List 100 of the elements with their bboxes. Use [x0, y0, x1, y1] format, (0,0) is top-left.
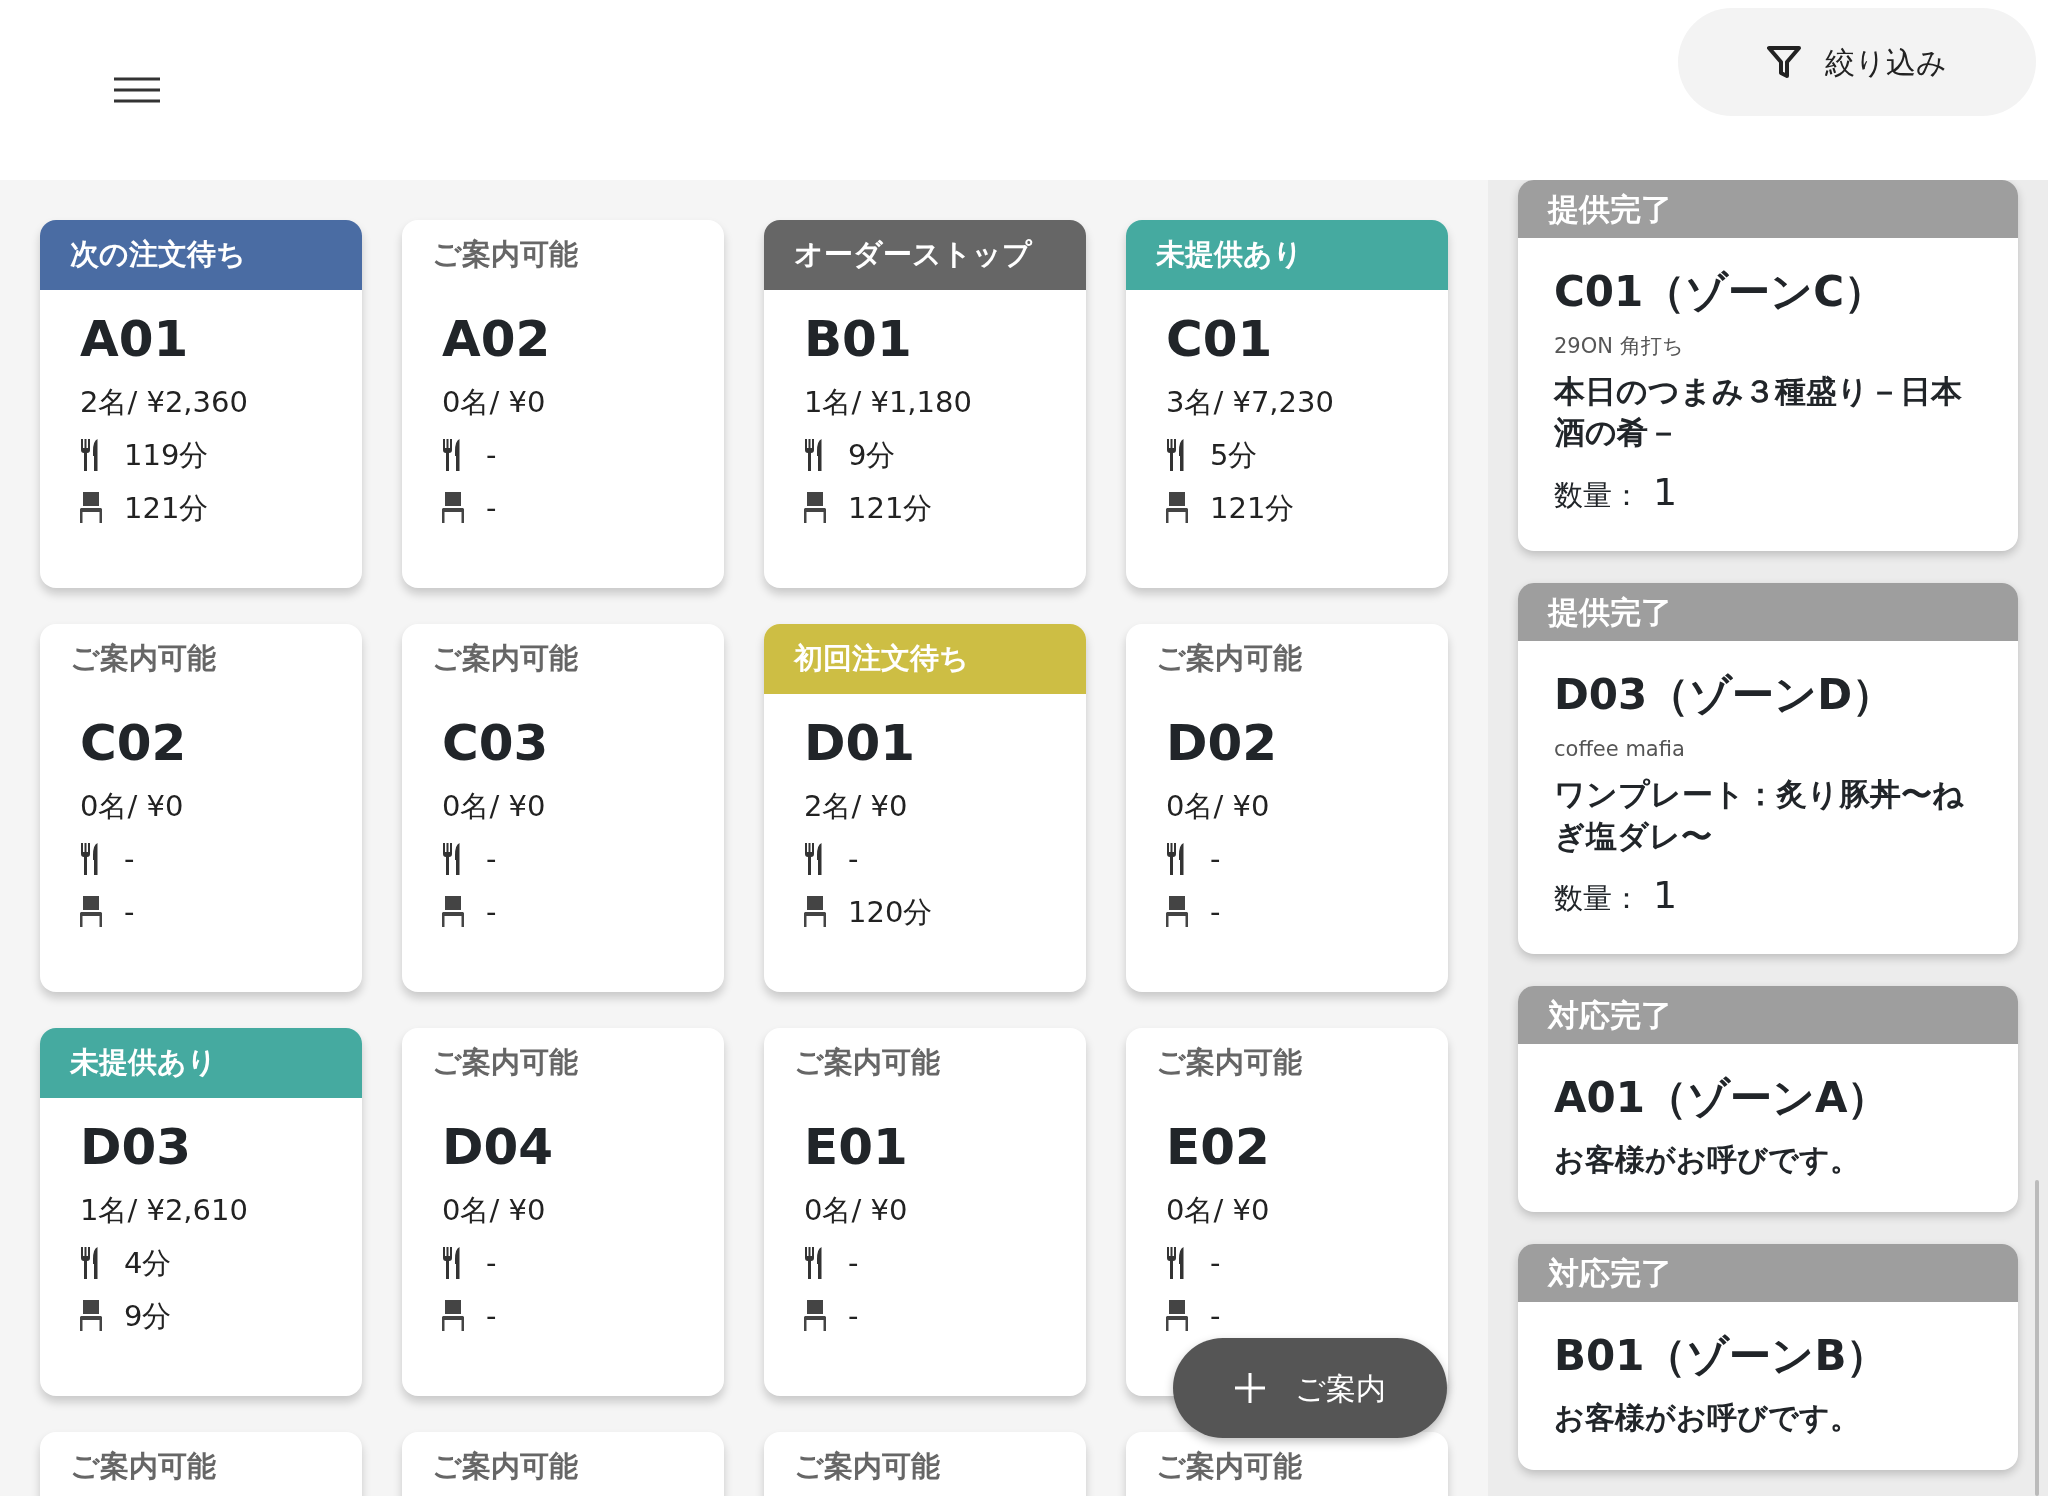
seat-time: 120分: [848, 894, 933, 930]
status-label: ご案内可能: [70, 1448, 216, 1486]
table-card[interactable]: 次の注文待ち A01 2名/ ¥2,360 119分 121分: [40, 220, 362, 588]
notification-title: A01（ゾーンA）: [1554, 1072, 1891, 1125]
order-time: 119分: [124, 437, 209, 473]
order-time: -: [486, 1245, 497, 1281]
order-time: -: [124, 841, 135, 877]
chair-icon: [80, 1300, 102, 1332]
guest-summary: 2名/ ¥0: [804, 789, 909, 824]
status-band: 初回注文待ち: [764, 624, 1086, 694]
notification-title: C01（ゾーンC）: [1554, 266, 1888, 318]
order-time: -: [486, 437, 497, 473]
quantity-label: 数量：: [1554, 880, 1641, 918]
notification-title: D03（ゾーンD）: [1554, 669, 1896, 722]
order-time: -: [486, 841, 497, 877]
table-card[interactable]: ご案内可能 D04 0名/ ¥0 - -: [402, 1028, 724, 1396]
table-card[interactable]: オーダーストップ B01 1名/ ¥1,180 9分 121分: [764, 220, 1086, 588]
seat-time: 121分: [1210, 490, 1295, 526]
seat-time: -: [1210, 894, 1221, 930]
table-card[interactable]: ご案内可能: [1126, 1432, 1448, 1496]
table-card[interactable]: ご案内可能 C03 0名/ ¥0 - -: [402, 624, 724, 992]
order-time: -: [1210, 1245, 1221, 1281]
table-card[interactable]: 未提供あり C01 3名/ ¥7,230 5分 121分: [1126, 220, 1448, 588]
table-name: A01: [80, 312, 190, 367]
chair-icon: [804, 1300, 826, 1332]
quantity-value: 1: [1653, 469, 1678, 517]
plus-icon: [1234, 1373, 1265, 1403]
chair-icon: [804, 492, 826, 524]
shop-name: coffee mafia: [1554, 736, 1686, 764]
chair-icon: [1166, 492, 1188, 524]
floating-guide-overlay[interactable]: ご案内: [1173, 1338, 1447, 1438]
table-card[interactable]: ご案内可能 E01 0名/ ¥0 - -: [764, 1028, 1086, 1396]
notification-title: B01（ゾーンB）: [1554, 1330, 1890, 1383]
status-band: 提供完了: [1518, 583, 2018, 642]
guest-summary: 0名/ ¥0: [442, 1193, 547, 1228]
guest-summary: 0名/ ¥0: [442, 789, 547, 824]
item-name: 本日のつまみ３種盛り－日本酒の肴－: [1554, 371, 1963, 453]
guest-summary: 0名/ ¥0: [804, 1193, 909, 1228]
guest-summary: 0名/ ¥0: [1166, 1193, 1271, 1228]
table-name: C01: [1166, 312, 1274, 367]
seat-time: -: [1210, 1298, 1221, 1334]
table-card[interactable]: ご案内可能: [402, 1432, 724, 1496]
status-label: ご案内可能: [794, 1448, 940, 1486]
call-message: お客様がお呼びです。: [1554, 1141, 1861, 1180]
chair-icon: [442, 1300, 464, 1332]
table-name: D02: [1166, 716, 1279, 771]
order-time: -: [848, 1245, 859, 1281]
chair-icon: [442, 896, 464, 928]
chair-icon: [1166, 896, 1188, 928]
chair-icon: [1166, 1300, 1188, 1332]
seat-time: -: [848, 1298, 859, 1334]
order-time: 9分: [848, 437, 896, 473]
table-card[interactable]: 未提供あり D03 1名/ ¥2,610 4分 9分: [40, 1028, 362, 1396]
chair-icon: [80, 896, 102, 928]
status-label: ご案内可能: [1156, 640, 1302, 678]
status-band: 対応完了: [1518, 986, 2018, 1045]
seat-time: -: [124, 894, 135, 930]
table-name: E01: [804, 1120, 909, 1175]
status-label: ご案内可能: [432, 236, 578, 274]
quantity-label: 数量：: [1554, 477, 1641, 515]
table-name: D04: [442, 1120, 555, 1175]
order-time: -: [1210, 841, 1221, 877]
quantity-value: 1: [1653, 872, 1678, 920]
status-label: ご案内可能: [432, 1448, 578, 1486]
table-card[interactable]: ご案内可能 D02 0名/ ¥0 - -: [1126, 624, 1448, 992]
status-label: ご案内可能: [432, 1044, 578, 1082]
seat-time: -: [486, 490, 497, 526]
item-name: ワンプレート：炙り豚丼〜ねぎ塩ダレ〜: [1554, 774, 1965, 856]
chair-icon: [442, 492, 464, 524]
order-time: 5分: [1210, 437, 1258, 473]
filter-button[interactable]: 絞り込み: [1678, 8, 2036, 116]
table-card[interactable]: 初回注文待ち D01 2名/ ¥0 - 120分: [764, 624, 1086, 992]
status-label: ご案内可能: [794, 1044, 940, 1082]
seat-time: -: [486, 894, 497, 930]
call-message: お客様がお呼びです。: [1554, 1399, 1861, 1438]
seat-time: -: [486, 1298, 497, 1334]
table-card[interactable]: ご案内可能 C02 0名/ ¥0 - -: [40, 624, 362, 992]
order-time: 4分: [124, 1245, 172, 1281]
status-band: 次の注文待ち: [40, 220, 362, 290]
table-name: B01: [804, 312, 913, 367]
table-card[interactable]: ご案内可能: [764, 1432, 1086, 1496]
guest-summary: 1名/ ¥2,610: [80, 1193, 249, 1228]
filter-icon: [1767, 45, 1801, 79]
chair-icon: [804, 896, 826, 928]
table-name: D03: [80, 1120, 193, 1175]
table-name: A02: [442, 312, 552, 367]
table-card[interactable]: ご案内可能: [40, 1432, 362, 1496]
guest-summary: 0名/ ¥0: [442, 385, 547, 420]
status-label: ご案内可能: [70, 640, 216, 678]
table-name: C03: [442, 716, 550, 771]
status-band: 対応完了: [1518, 1244, 2018, 1303]
table-name: D01: [804, 716, 917, 771]
guest-summary: 0名/ ¥0: [1166, 789, 1271, 824]
status-label: ご案内可能: [432, 640, 578, 678]
status-band: 提供完了: [1518, 180, 2018, 238]
table-card[interactable]: ご案内可能 A02 0名/ ¥0 - -: [402, 220, 724, 588]
seat-time: 9分: [124, 1298, 172, 1334]
chair-icon: [80, 492, 102, 524]
guest-summary: 1名/ ¥1,180: [804, 385, 973, 420]
table-name: E02: [1166, 1120, 1271, 1175]
